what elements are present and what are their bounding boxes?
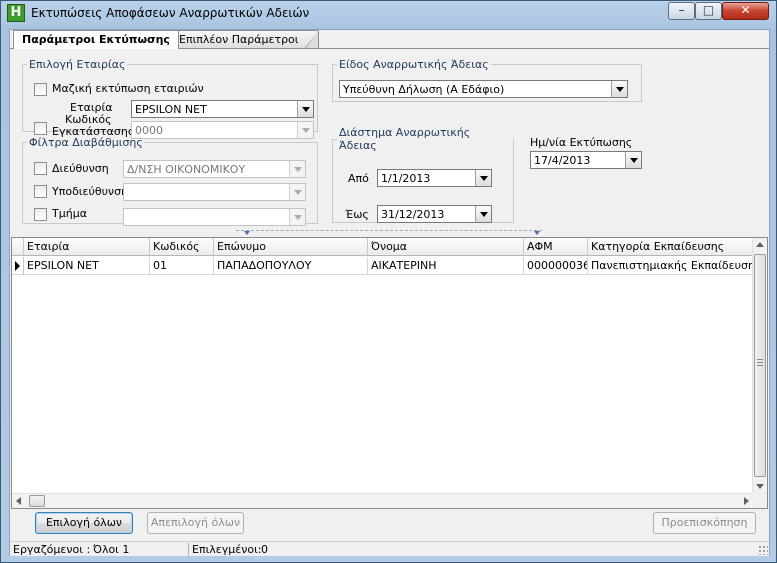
app-logo-icon: H <box>7 4 25 22</box>
cell-surname[interactable]: ΠΑΠΑΔΟΠΟΥΛΟΥ <box>214 257 368 275</box>
direction-value: Δ/ΝΣΗ ΟΙΚΟΝΟΜΙΚΟΥ <box>127 163 246 176</box>
column-header-education[interactable]: Κατηγορία Εκπαίδευσης <box>588 238 753 256</box>
scrollbar-corner <box>752 492 767 508</box>
chevron-down-icon[interactable] <box>475 206 491 222</box>
grip-icon <box>757 359 763 366</box>
resize-grip-icon[interactable] <box>758 545 768 555</box>
chevron-down-icon[interactable] <box>475 170 491 186</box>
subdirection-checkbox[interactable] <box>34 185 47 198</box>
to-date-value: 31/12/2013 <box>381 208 445 221</box>
status-employees-value: Όλοι 1 <box>93 543 130 556</box>
status-separator <box>188 543 189 556</box>
tab-extra-parameters[interactable]: Επιπλέον Παράμετροι <box>170 30 318 48</box>
panel-splitter[interactable] <box>236 230 542 235</box>
period-group: Διάστημα Αναρρωτικής Άδειας Από 1/1/2013… <box>332 126 514 223</box>
column-header-company[interactable]: Εταιρία <box>24 238 150 256</box>
column-header-surname[interactable]: Επώνυμο <box>214 238 368 256</box>
tab-strip: Παράμετροι Εκτύπωσης Επιπλέον Παράμετροι <box>10 30 769 49</box>
filter-group: Φίλτρα Διαβάθμισης Διεύθυνση Δ/ΝΣΗ ΟΙΚΟΝ… <box>22 136 318 226</box>
from-date-value: 1/1/2013 <box>381 172 431 185</box>
cell-company[interactable]: EPSILON NET <box>24 257 150 275</box>
grid-header: Εταιρία Κωδικός Επώνυμο Όνομα ΑΦΜ Κατηγο… <box>12 238 753 256</box>
chevron-down-icon[interactable] <box>289 209 305 225</box>
to-label: Έως <box>345 208 369 221</box>
print-date-picker[interactable]: 17/4/2013 <box>530 151 642 169</box>
chevron-down-icon[interactable] <box>625 152 641 168</box>
status-employees-label: Εργαζόμενοι : <box>13 543 91 556</box>
title-bar[interactable]: H Εκτυπώσεις Αποφάσεων Αναρρωτικών Αδειώ… <box>1 1 776 27</box>
department-select[interactable] <box>123 208 306 226</box>
direction-checkbox[interactable] <box>34 162 47 175</box>
chevron-down-icon[interactable] <box>611 81 627 97</box>
leave-type-select[interactable]: Υπεύθυνη Δήλωση (Α Εδάφιο) <box>339 80 628 98</box>
mass-print-checkbox[interactable] <box>34 83 47 96</box>
company-group: Επιλογή Εταιρίας Μαζική εκτύπωση εταιριώ… <box>22 58 318 139</box>
vertical-scroll-thumb[interactable] <box>754 254 766 477</box>
leave-type-legend: Είδος Αναρρωτικής Άδειας <box>339 58 489 71</box>
chevron-down-icon[interactable] <box>297 101 313 117</box>
horizontal-scrollbar[interactable] <box>12 493 753 508</box>
current-row-icon <box>12 257 24 275</box>
close-button[interactable]: ✕ <box>722 2 769 20</box>
print-date-label: Ημ/νία Εκτύπωσης <box>530 136 633 149</box>
maximize-button[interactable]: □ <box>695 2 722 20</box>
to-date-picker[interactable]: 31/12/2013 <box>377 205 492 223</box>
chevron-down-icon[interactable] <box>289 161 305 177</box>
deselect-all-button[interactable]: Απεπιλογή όλων <box>147 512 244 534</box>
department-checkbox[interactable] <box>34 208 47 221</box>
cell-afm[interactable]: 000000036 <box>524 257 588 275</box>
window-title: Εκτυπώσεις Αποφάσεων Αναρρωτικών Αδειών <box>31 6 310 20</box>
status-bar: Εργαζόμενοι : Όλοι 1 Επιλεγμένοι: 0 <box>10 541 769 556</box>
leave-type-group: Είδος Αναρρωτικής Άδειας Υπεύθυνη Δήλωση… <box>332 58 642 102</box>
company-group-legend: Επιλογή Εταιρίας <box>29 58 126 71</box>
department-label: Τμήμα <box>52 207 87 220</box>
company-select[interactable]: EPSILON NET <box>131 100 314 118</box>
direction-label: Διεύθυνση <box>52 162 109 175</box>
table-row[interactable]: EPSILON NET 01 ΠΑΠΑΔΟΠΟΥΛΟΥ ΑΙΚΑΤΕΡΙΝΗ 0… <box>12 257 753 275</box>
scroll-down-icon[interactable] <box>756 484 764 489</box>
minimize-button[interactable]: – <box>668 2 695 20</box>
cell-education[interactable]: Πανεπιστημιακής Εκπαίδευσης <box>588 257 753 275</box>
leave-type-value: Υπεύθυνη Δήλωση (Α Εδάφιο) <box>343 83 505 96</box>
row-indicator-header <box>12 238 24 256</box>
period-legend: Διάστημα Αναρρωτικής Άδειας <box>339 126 471 152</box>
horizontal-scroll-thumb[interactable] <box>29 495 45 507</box>
subdirection-select[interactable] <box>123 183 306 201</box>
app-window: H Εκτυπώσεις Αποφάσεων Αναρρωτικών Αδειώ… <box>0 0 777 563</box>
vertical-scrollbar[interactable] <box>752 238 767 493</box>
scroll-up-icon[interactable] <box>756 242 764 247</box>
tab-edge-fill <box>306 31 318 48</box>
column-header-afm[interactable]: ΑΦΜ <box>524 238 588 256</box>
chevron-down-icon[interactable] <box>289 184 305 200</box>
filter-group-legend: Φίλτρα Διαβάθμισης <box>29 136 143 149</box>
cell-name[interactable]: ΑΙΚΑΤΕΡΙΝΗ <box>368 257 524 275</box>
from-date-picker[interactable]: 1/1/2013 <box>377 169 492 187</box>
install-code-checkbox[interactable] <box>34 122 47 135</box>
preview-button[interactable]: Προεπισκόπηση <box>653 512 756 534</box>
client-area: Παράμετροι Εκτύπωσης Επιπλέον Παράμετροι… <box>9 29 770 556</box>
chevron-down-icon <box>244 231 250 235</box>
employees-grid[interactable]: Εταιρία Κωδικός Επώνυμο Όνομα ΑΦΜ Κατηγο… <box>11 237 768 509</box>
scroll-right-icon[interactable] <box>744 497 749 505</box>
company-value: EPSILON NET <box>135 103 207 116</box>
status-selected-label: Επιλεγμένοι: <box>192 543 262 556</box>
tab-print-parameters[interactable]: Παράμετροι Εκτύπωσης <box>13 30 179 49</box>
print-date-value: 17/4/2013 <box>534 154 591 167</box>
direction-select[interactable]: Δ/ΝΣΗ ΟΙΚΟΝΟΜΙΚΟΥ <box>123 160 306 178</box>
column-header-code[interactable]: Κωδικός <box>150 238 214 256</box>
from-label: Από <box>348 172 369 185</box>
chevron-down-icon <box>534 231 540 235</box>
scroll-left-icon[interactable] <box>16 497 21 505</box>
status-selected-value: 0 <box>261 543 268 556</box>
subdirection-label: Υποδιεύθυνση <box>52 185 129 198</box>
cell-code[interactable]: 01 <box>150 257 214 275</box>
mass-print-label: Μαζική εκτύπωση εταιριών <box>52 82 204 95</box>
column-header-name[interactable]: Όνομα <box>368 238 524 256</box>
select-all-button[interactable]: Επιλογή όλων <box>35 512 133 534</box>
